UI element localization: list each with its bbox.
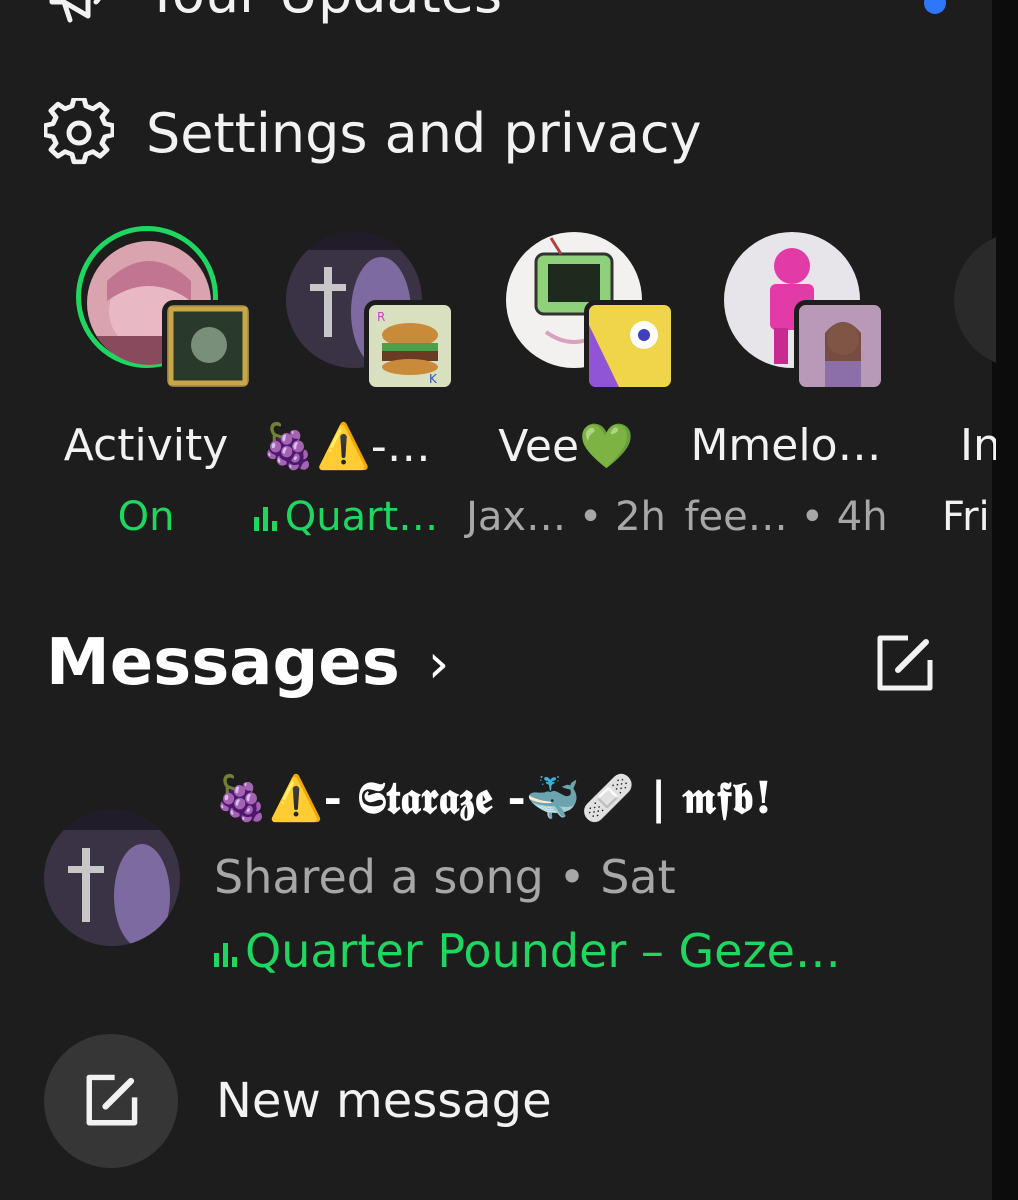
story-activity[interactable]: Activity On	[36, 226, 256, 552]
settings-and-privacy-label: Settings and privacy	[146, 101, 702, 165]
thumbnail: R K	[364, 300, 456, 392]
story-name: Activity	[63, 420, 229, 471]
gear-icon	[44, 98, 114, 168]
messages-title: Messages	[46, 626, 400, 700]
avatar	[954, 232, 996, 368]
svg-text:K: K	[429, 372, 438, 386]
equalizer-icon	[253, 507, 277, 531]
thumbnail	[794, 300, 886, 392]
story-status: Quart…	[284, 494, 439, 540]
compose-button[interactable]	[872, 632, 936, 696]
new-message-circle	[44, 1034, 178, 1168]
compose-icon	[877, 635, 933, 691]
story-name: Vee💚	[498, 421, 634, 472]
chevron-right-icon: ›	[427, 631, 450, 695]
compose-icon	[86, 1074, 138, 1126]
notification-dot	[924, 0, 946, 14]
conversation-preview: Shared a song • Sat	[214, 850, 676, 904]
avatar	[44, 810, 180, 946]
story-status: fee… • 4h	[684, 494, 888, 540]
conversation-name: 🍇⚠️- 𝕾𝖙𝖆𝖗𝖆𝖟𝖊 -🐳🩹 | 𝖒𝖋𝖇!	[214, 773, 774, 824]
story-now-playing: Quart…	[236, 494, 456, 540]
messages-heading[interactable]: Messages ›	[46, 626, 449, 700]
story-status: On	[117, 494, 175, 540]
thumbnail	[584, 300, 676, 392]
story-vee[interactable]: Vee💚 Jax… • 2h	[456, 232, 676, 552]
story-status: Fri	[942, 494, 990, 540]
story-name: 🍇⚠️-…	[261, 421, 431, 472]
story-name: In	[960, 420, 996, 471]
your-updates-label: Your Updates	[146, 0, 502, 25]
your-updates-row[interactable]: Your Updates	[44, 0, 502, 28]
conversation-song: Quarter Pounder – Geze…	[214, 924, 841, 978]
conversation-item[interactable]: 🍇⚠️- 𝕾𝖙𝖆𝖗𝖆𝖟𝖊 -🐳🩹 | 𝖒𝖋𝖇! Shared a song • …	[44, 760, 974, 990]
settings-and-privacy-row[interactable]: Settings and privacy	[44, 98, 702, 168]
story-status: Jax… • 2h	[466, 494, 666, 540]
equalizer-icon	[214, 942, 237, 967]
right-edge	[992, 0, 1018, 1200]
svg-text:R: R	[377, 310, 385, 324]
story-mmelo[interactable]: Mmelo… fee… • 4h	[676, 232, 896, 552]
song-title: Quarter Pounder – Geze…	[245, 924, 841, 978]
story-name: Mmelo…	[690, 420, 882, 471]
new-message-button[interactable]: New message	[44, 1034, 552, 1168]
new-message-label: New message	[216, 1073, 552, 1129]
megaphone-icon	[44, 0, 114, 28]
story-partial[interactable]: In Fri	[896, 232, 996, 552]
story-staraze[interactable]: R K 🍇⚠️-… Quart…	[236, 232, 456, 552]
